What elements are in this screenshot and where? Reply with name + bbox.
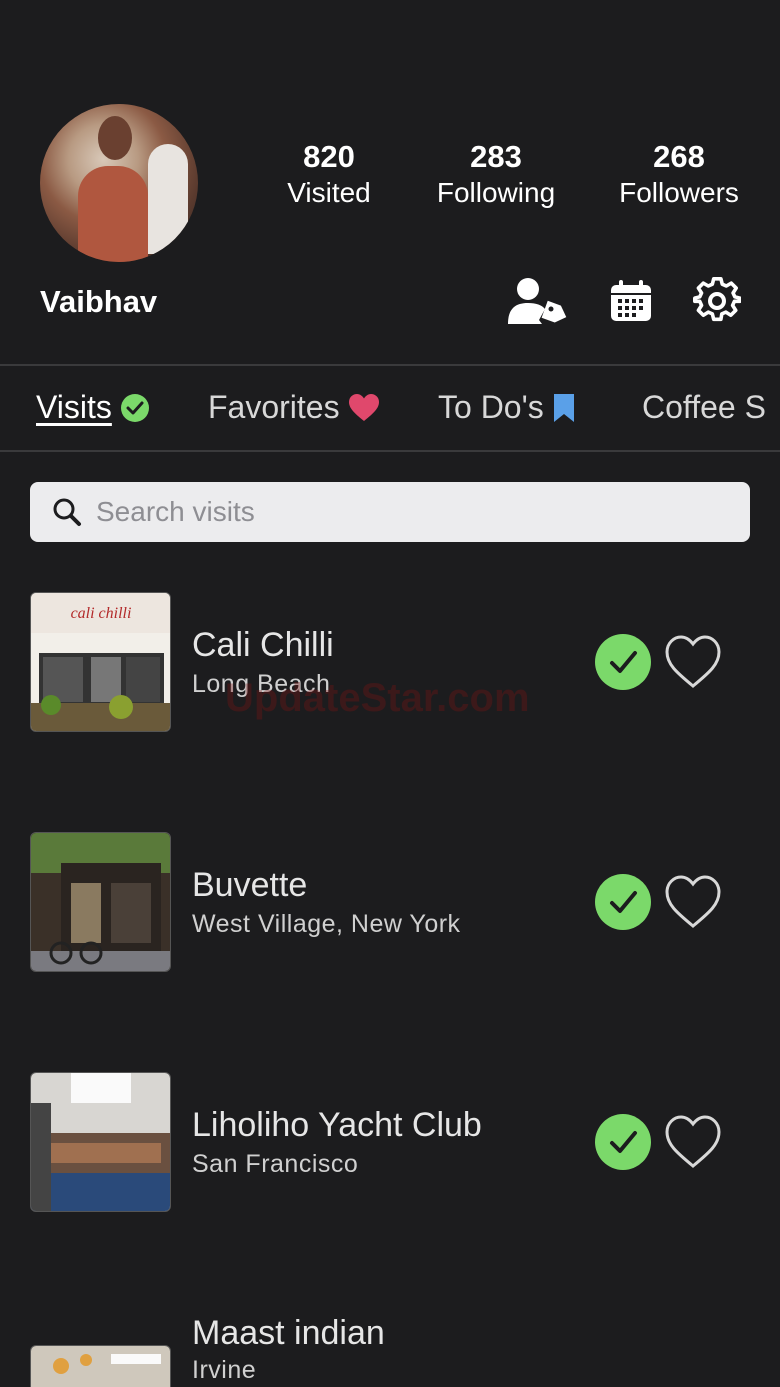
thumb-label: cali chilli bbox=[71, 605, 132, 622]
check-circle-icon bbox=[120, 393, 149, 422]
stat-visited-label: Visited bbox=[287, 177, 371, 208]
stat-followers-label: Followers bbox=[619, 177, 739, 208]
tab-visits-label: Visits bbox=[36, 389, 112, 425]
visited-check-button[interactable] bbox=[595, 634, 651, 690]
checkmark-icon bbox=[610, 1131, 637, 1153]
favorite-button[interactable] bbox=[664, 1114, 722, 1170]
visit-location: West Village, New York bbox=[192, 910, 461, 938]
tab-coffee-label: Coffee S bbox=[642, 389, 766, 425]
stat-followers[interactable]: 268 Followers bbox=[594, 138, 764, 210]
avatar[interactable] bbox=[40, 104, 198, 262]
visit-thumbnail bbox=[30, 832, 171, 972]
visit-name: Liholiho Yacht Club bbox=[192, 1106, 482, 1144]
checkmark-icon bbox=[610, 891, 637, 913]
calendar-icon bbox=[611, 280, 651, 321]
favorite-button[interactable] bbox=[664, 634, 722, 690]
settings-button[interactable] bbox=[686, 272, 748, 330]
visited-check-button[interactable] bbox=[595, 874, 651, 930]
tab-coffee[interactable]: Coffee S bbox=[642, 389, 766, 426]
tab-todos[interactable]: To Do's bbox=[438, 389, 576, 426]
search-bar[interactable] bbox=[30, 482, 750, 542]
visit-name: Buvette bbox=[192, 866, 308, 904]
visit-row[interactable]: Buvette West Village, New York bbox=[0, 832, 780, 974]
stat-following-label: Following bbox=[436, 177, 556, 208]
tab-visits[interactable]: Visits bbox=[36, 389, 150, 426]
stat-following[interactable]: 283 Following bbox=[411, 138, 581, 210]
visit-thumbnail bbox=[30, 1072, 171, 1212]
user-tag-button[interactable] bbox=[506, 272, 568, 330]
visited-check-button[interactable] bbox=[595, 1114, 651, 1170]
heart-icon bbox=[348, 393, 379, 421]
stat-followers-count: 268 bbox=[653, 139, 705, 174]
visit-location: San Francisco bbox=[192, 1150, 359, 1178]
calendar-button[interactable] bbox=[600, 272, 662, 330]
visit-thumbnail bbox=[30, 1345, 171, 1387]
checkmark-icon bbox=[610, 651, 637, 673]
favorite-button[interactable] bbox=[664, 874, 722, 930]
profile-header: Vaibhav 820 Visited 283 Following 268 Fo… bbox=[0, 0, 780, 365]
bookmark-icon bbox=[553, 393, 574, 422]
tab-favorites-label: Favorites bbox=[208, 389, 340, 425]
heart-outline-icon bbox=[665, 875, 721, 928]
stat-visited[interactable]: 820 Visited bbox=[244, 138, 414, 210]
search-input[interactable] bbox=[96, 496, 696, 528]
heart-outline-icon bbox=[665, 1115, 721, 1168]
user-tag-icon bbox=[508, 278, 567, 324]
tab-favorites[interactable]: Favorites bbox=[208, 389, 380, 426]
gear-icon bbox=[693, 277, 741, 322]
tabs-divider bbox=[0, 450, 780, 452]
visit-row[interactable]: Maast indian Irvine bbox=[0, 1300, 780, 1387]
header-divider bbox=[0, 364, 780, 366]
username: Vaibhav bbox=[40, 284, 158, 319]
tab-todos-label: To Do's bbox=[438, 389, 544, 425]
visit-thumbnail: cali chilli bbox=[30, 592, 171, 732]
visit-name: Maast indian bbox=[192, 1314, 385, 1352]
visit-location: Irvine bbox=[192, 1356, 257, 1384]
heart-outline-icon bbox=[665, 635, 721, 688]
visit-row[interactable]: Liholiho Yacht Club San Francisco bbox=[0, 1072, 780, 1214]
stat-following-count: 283 bbox=[470, 139, 522, 174]
search-icon bbox=[53, 498, 81, 526]
stat-visited-count: 820 bbox=[303, 139, 355, 174]
watermark: UpdateStar.com bbox=[225, 676, 530, 720]
tab-bar: Visits Favorites To Do's Coffee S bbox=[0, 367, 780, 451]
visit-name: Cali Chilli bbox=[192, 626, 334, 664]
